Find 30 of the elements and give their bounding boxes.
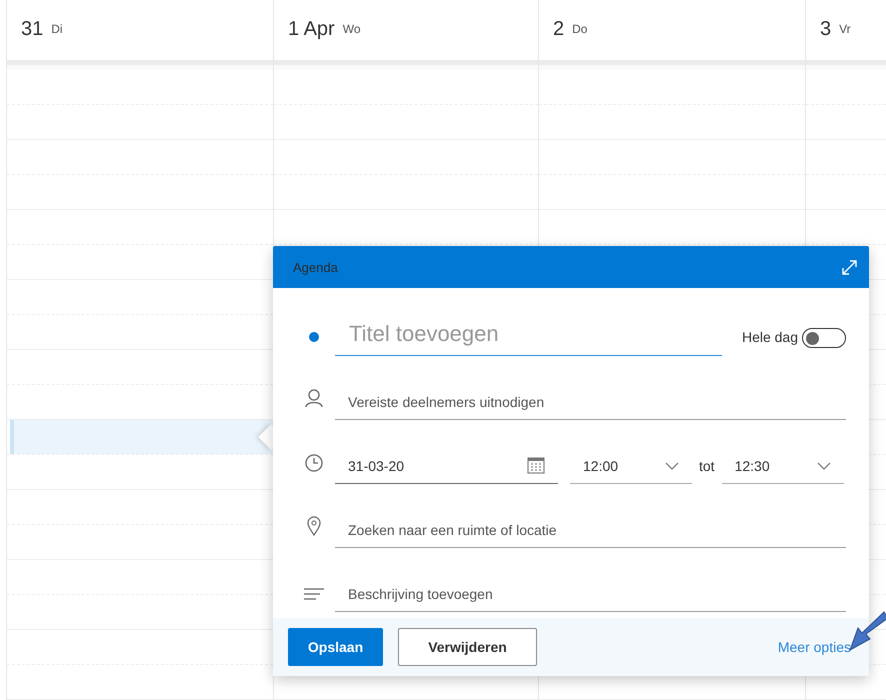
text-lines-icon: [304, 588, 324, 600]
day-number: 2: [553, 18, 564, 40]
location-pin-icon: [307, 516, 321, 536]
delete-button[interactable]: Verwijderen: [398, 628, 537, 666]
location-field[interactable]: Zoeken naar een ruimte of locatie: [335, 512, 846, 548]
weekday-label: Di: [51, 22, 63, 36]
start-time-dropdown[interactable]: 12:00: [570, 448, 692, 484]
day-number: 1 Apr: [288, 18, 335, 40]
weekday-label: Do: [572, 22, 588, 36]
more-options-link[interactable]: Meer opties: [778, 639, 851, 655]
calendar-icon: [527, 457, 545, 474]
chevron-down-icon: [665, 462, 679, 470]
clock-icon: [305, 454, 323, 472]
all-day-toggle[interactable]: [802, 328, 846, 348]
attendees-field[interactable]: Vereiste deelnemers uitnodigen: [335, 384, 846, 420]
description-field[interactable]: Beschrijving toevoegen: [335, 576, 846, 612]
weekday-label: Wo: [342, 22, 360, 36]
all-day-label: Hele dag: [742, 329, 798, 347]
weekday-label: Vr: [839, 22, 851, 36]
expand-icon[interactable]: [841, 258, 858, 276]
end-time-dropdown[interactable]: 12:30: [722, 448, 844, 484]
day-number: 31: [21, 18, 44, 40]
date-field[interactable]: 31-03-20: [335, 448, 558, 484]
day-number: 3: [820, 18, 832, 40]
to-label: tot: [698, 458, 716, 476]
person-icon: [305, 389, 323, 408]
chevron-down-icon: [816, 462, 831, 470]
title-field[interactable]: Titel toevoegen: [335, 312, 722, 356]
save-button[interactable]: Opslaan: [288, 628, 383, 666]
calendar-name: Agenda: [293, 260, 338, 274]
